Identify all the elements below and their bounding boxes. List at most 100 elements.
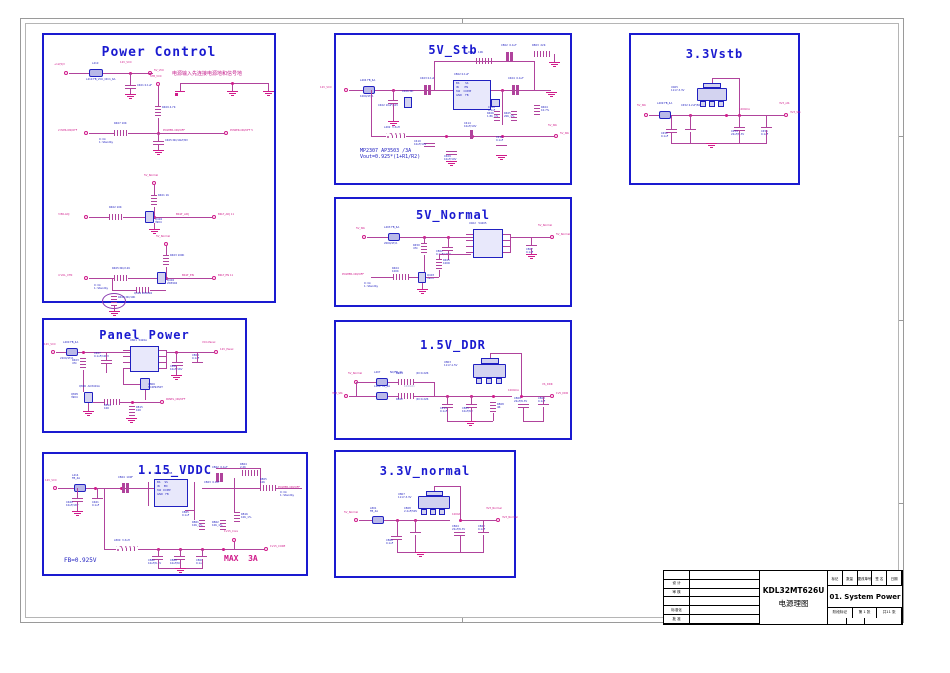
wire-c452-v (671, 115, 672, 129)
wire-c453-gnd (690, 132, 691, 143)
bottom-cell-1 (828, 618, 847, 624)
u405-pin2 (709, 101, 715, 107)
wire-ddr-in-2 (349, 396, 376, 397)
part-resistor-r406 (111, 296, 117, 306)
part-label-c401: C401 0.1uF (137, 84, 152, 87)
wire-pwr-onoff (89, 133, 114, 134)
wire-c408p-v (176, 352, 177, 362)
net-label-12v-vcc-vddc: 12V_VCC (45, 479, 57, 482)
block-power-control[interactable]: Power Control +12(5)V L410 FB_VCC_Ohm_6A… (42, 33, 276, 316)
wire-panel-in (56, 352, 66, 353)
block-3v3-stb[interactable]: 3.3Vstb 5V_Stb L409 FB_4A C452 0.1uF C452… (629, 33, 801, 185)
wire-r405n-top (439, 254, 471, 255)
wire-l800-feed (104, 488, 105, 549)
wire-c454-gnd (739, 130, 740, 143)
wire-r405-branch (112, 278, 113, 290)
port-panel-onoff (160, 400, 164, 404)
wire-ddr-in-1 (356, 382, 376, 383)
wire-c455-v (766, 115, 767, 127)
cap-c864-p2 (126, 483, 129, 493)
tb-row-value-4[interactable] (690, 606, 760, 616)
cap-c404-p1 (512, 85, 515, 95)
wire-c807-v (531, 237, 532, 245)
part-label-c411: C411 0.1uF (496, 136, 504, 142)
cap-c800-p1 (196, 556, 207, 557)
cap-c809-p1 (192, 362, 203, 363)
tb-row-value-5[interactable] (690, 615, 760, 624)
part-ref-l410: L410 (92, 62, 99, 65)
frame-tick-right-2 (899, 320, 904, 321)
part-resistor-r404 (163, 255, 169, 267)
part-sub-l403: 2000/1F/A (384, 242, 398, 245)
u807-pin3 (439, 509, 445, 515)
product-title-cn: 电源理图 (778, 599, 809, 608)
part-regulator-u807-tab (426, 491, 443, 496)
gnd-symbol-r406 (109, 311, 120, 316)
u801-pin-l3 (123, 362, 130, 363)
node-panel-1 (82, 351, 85, 354)
u807-pin1 (421, 509, 427, 515)
port-12v-panel-in (51, 350, 55, 354)
cap-c402-p1 (388, 100, 398, 101)
block-1v15-vddc[interactable]: 1.15_VDDC 12V_VCC L414 FB_4A C460 10uF/16V… (42, 452, 308, 576)
note-state-5v-normal: 0: On 1: Standby (364, 282, 379, 288)
part-label-c414: C414 10uF/10V (464, 122, 477, 128)
wire-c809d-gnd (523, 407, 524, 421)
tb-row-value-2[interactable] (690, 588, 760, 598)
cap-c862o-p1 (152, 556, 163, 557)
part-transistor-q805 (84, 392, 93, 403)
net-label-3v3-normal-top: 3V3_Normal (486, 507, 502, 510)
wire-c802n-v (448, 237, 449, 247)
part-transistor-q404-a (145, 211, 154, 223)
node-gnd-bus (231, 82, 234, 85)
wire-33n-rail (384, 520, 450, 521)
wire-c401-drop (130, 73, 131, 85)
wire-c403-out (431, 90, 453, 91)
wire-ddr-rail-2 (388, 396, 398, 397)
net-label-bklt-en: BKLT_EN (182, 273, 194, 277)
frame-tick-right-1 (899, 136, 904, 137)
port-5v-normal-out (550, 235, 554, 239)
wire-vddc-fb-up (234, 478, 235, 512)
part-label-r864: R8642.2K (240, 463, 247, 469)
cap-c454-p1 (734, 127, 745, 128)
gnd-symbol-q805 (83, 411, 94, 416)
title-block[interactable]: 设 计 审 核 标准化 批 准 KDL32MT626U 电源理图 标记 数量 更… (663, 570, 903, 625)
part-label-r404-norm: R404 100K (392, 267, 399, 273)
u405-pin3 (718, 101, 724, 107)
block-5v-normal[interactable]: 5V_Normal 5V_Stb L403 FB_6A 2000/1F/A R4… (334, 197, 572, 307)
tb-row-value-3[interactable] (690, 597, 760, 607)
part-label-c461: C461 0.1uF (92, 501, 100, 507)
block-1v5-ddr[interactable]: 1.5V_DDR 5V_Normal 3V3_Stb L407 NC/FB_4A… (332, 320, 572, 440)
wire-norm-rail (400, 237, 473, 238)
wire-c402-drop (393, 90, 394, 100)
block-title-power-control: Power Control (101, 45, 217, 60)
wire-r864-top (216, 468, 260, 469)
tb-row-value-1[interactable] (690, 579, 760, 589)
u801-pin-r1 (159, 350, 166, 351)
wire-q806-gate-v (123, 368, 124, 384)
block-5v-stb[interactable]: 5V_Stb 12V_VCC L404 FB_6A 1000/1F/A C402… (320, 33, 572, 185)
wire-bklten-vrail (166, 246, 167, 255)
note-cn-power-ground: 电源输入先连接电源地和信号地 (172, 71, 243, 77)
wire-c862n-gnd (483, 535, 484, 552)
wire-u807-top (434, 486, 460, 487)
u402-pin-r4 (503, 252, 510, 253)
part-inductor-l402 (386, 133, 406, 138)
u801-pin-r3 (159, 362, 166, 363)
gnd-symbol-r815 (126, 418, 137, 423)
port-vol-ctn-in (84, 276, 88, 280)
block-panel-power[interactable]: Panel Power 12V_VCC L400 FB_4A 2200/1F/A… (42, 318, 247, 433)
block-3v3-normal[interactable]: 3.3V_normal 5V_Normal L801 FB_4A C860 0.1u… (334, 450, 518, 578)
wire-bklt-vrail (154, 185, 155, 195)
net-label-vcc-panel: VCC-Panel (202, 341, 216, 344)
net-label-bklt-adj: BKLT_ADJ (176, 212, 189, 216)
wire-u803-tab-up (490, 353, 491, 358)
part-label-l409: L409 FB_4A (657, 102, 673, 105)
part-label-c454: C454 22uF/6.3V (731, 130, 745, 136)
part-label-r407: R407 10K (114, 122, 127, 125)
wire-c862o-v (158, 549, 159, 556)
part-label-r409: R409 4.7K (162, 106, 176, 109)
note-max-current: MAX 3A (224, 554, 258, 563)
wire-ddr-join (434, 382, 435, 396)
